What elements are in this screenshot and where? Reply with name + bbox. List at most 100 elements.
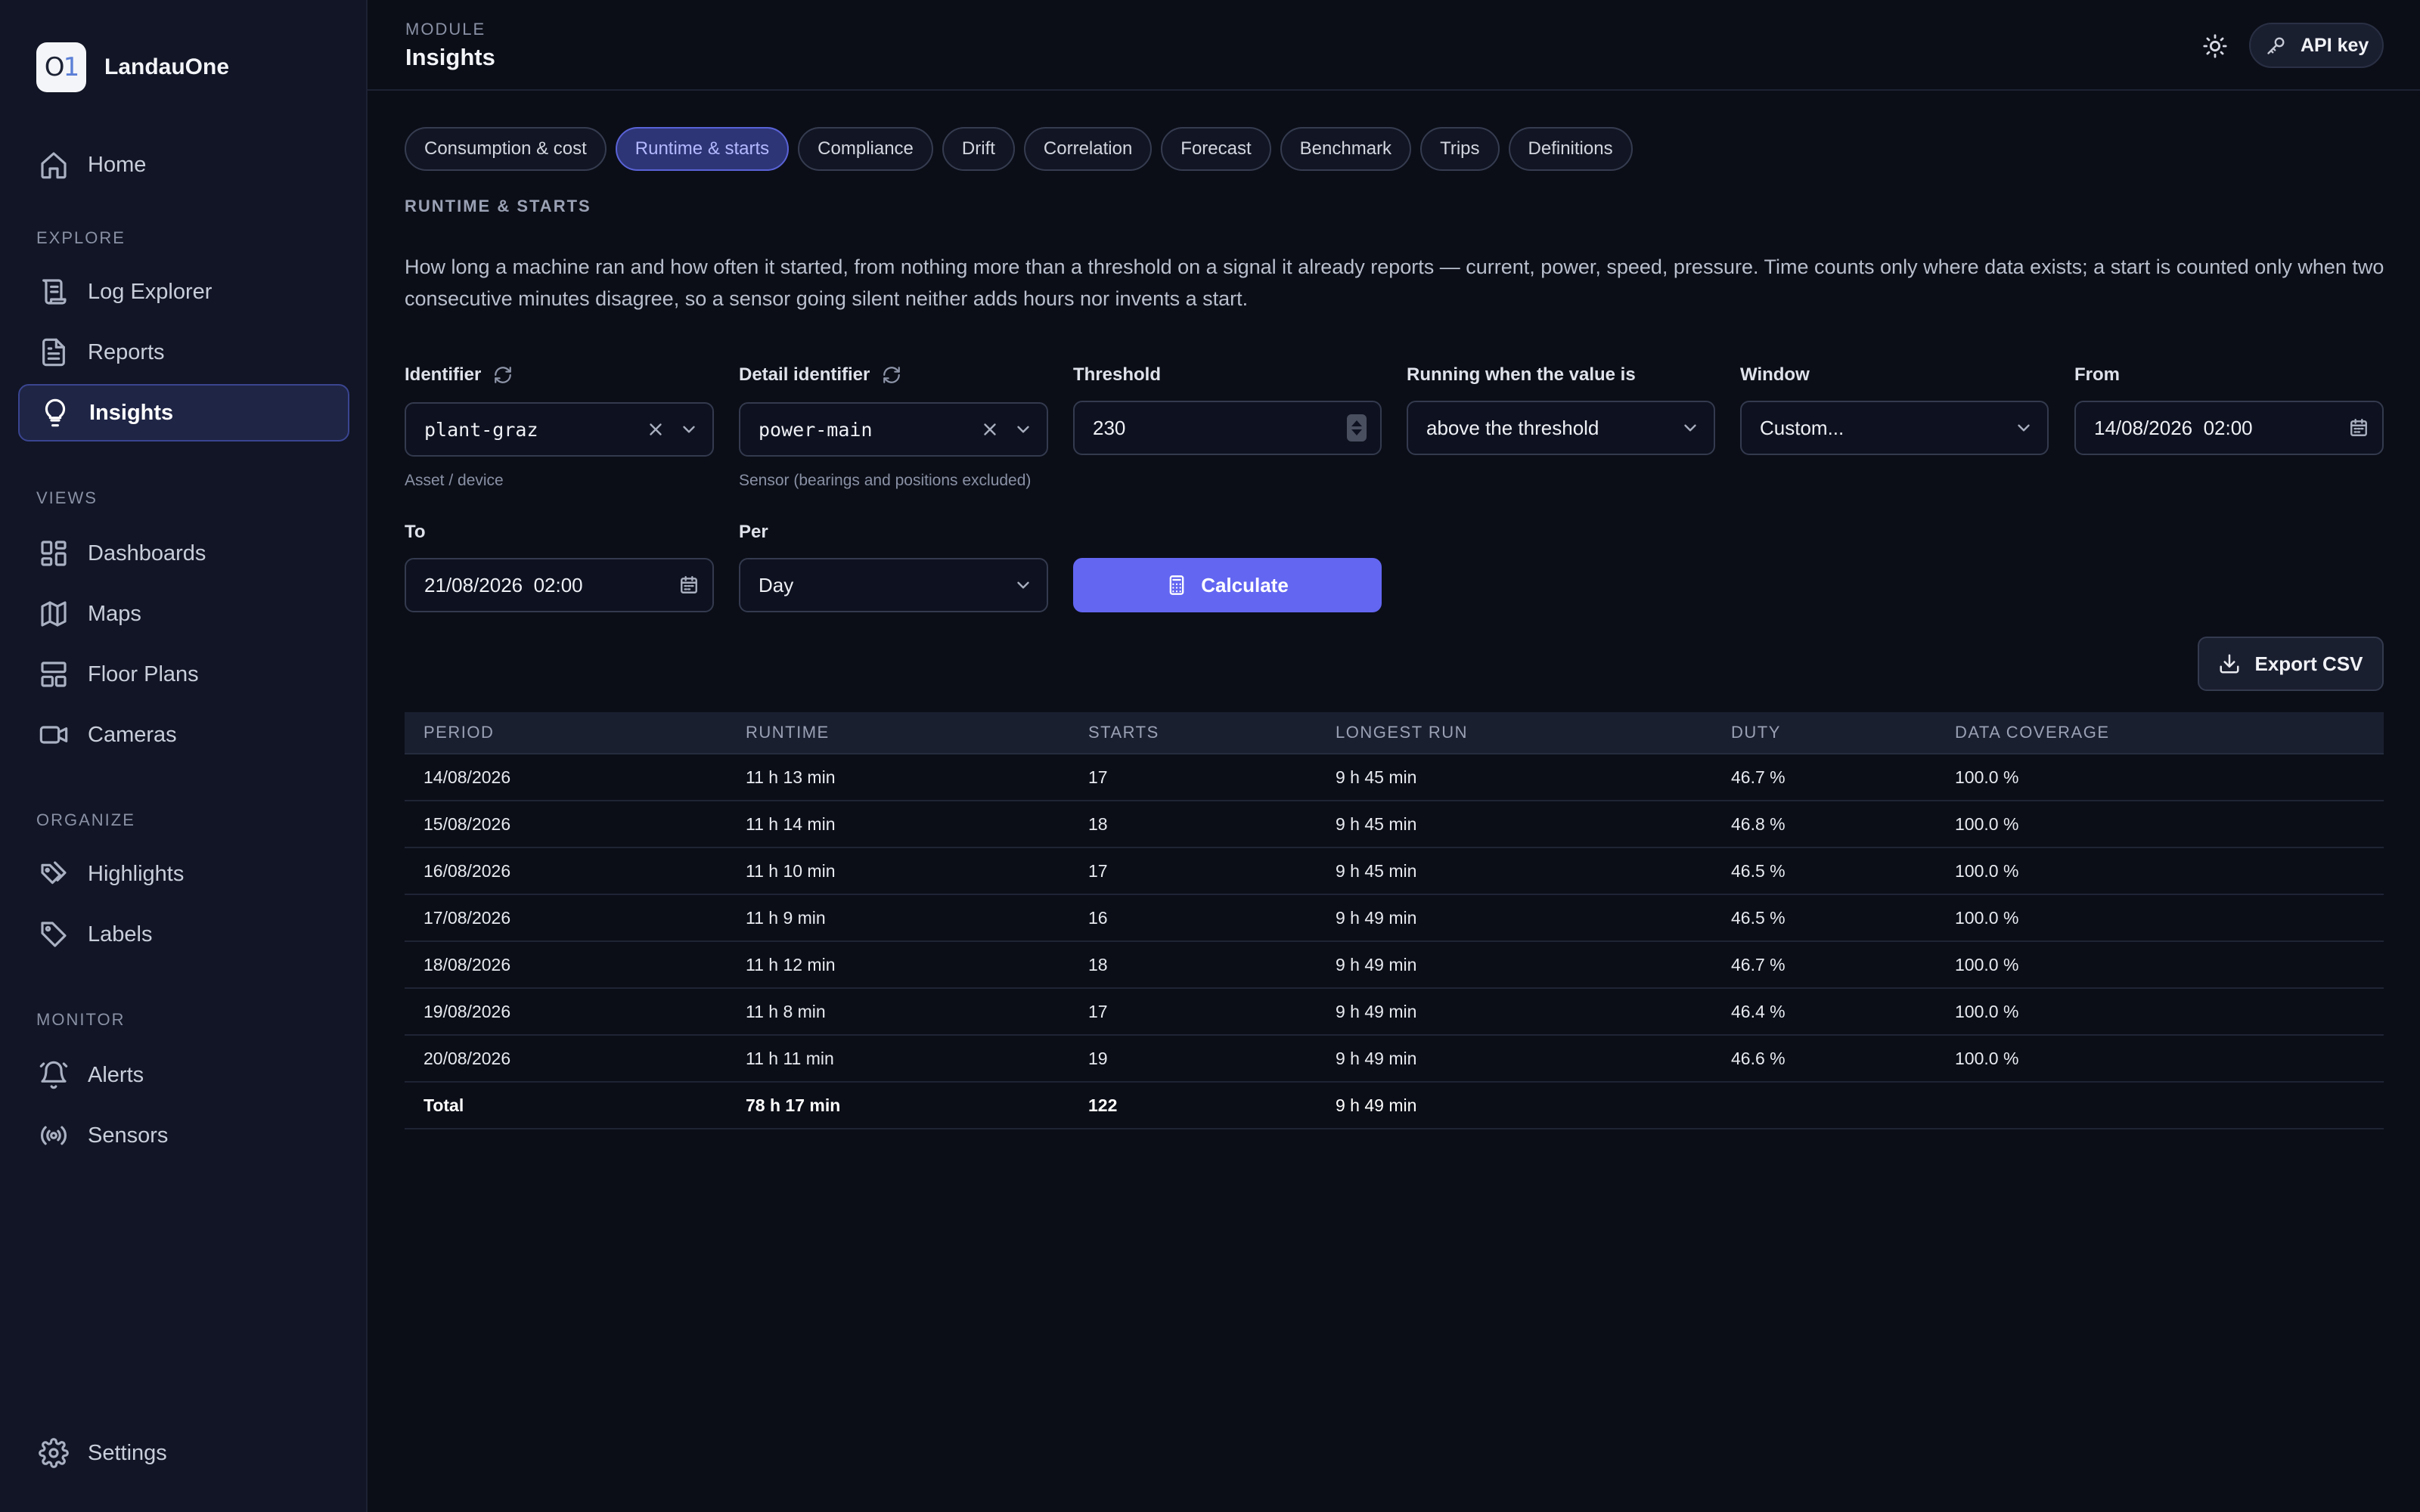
clear-icon[interactable] bbox=[980, 420, 1000, 439]
refresh-icon[interactable] bbox=[882, 365, 901, 385]
tab-runtime-starts[interactable]: Runtime & starts bbox=[615, 127, 790, 171]
cell-period: 18/08/2026 bbox=[424, 954, 511, 974]
threshold-value: 230 bbox=[1093, 416, 1126, 439]
nav-section-organize: ORGANIZE bbox=[36, 810, 135, 829]
total-runtime: 78 h 17 min bbox=[746, 1095, 841, 1115]
api-key-button[interactable]: API key bbox=[2249, 23, 2384, 68]
cell-duty: 46.8 % bbox=[1731, 813, 1786, 834]
total-starts: 122 bbox=[1088, 1095, 1118, 1115]
cell-longest-run: 9 h 49 min bbox=[1336, 907, 1417, 928]
sidebar-item-maps[interactable]: Maps bbox=[18, 585, 349, 643]
to-label: To bbox=[405, 522, 426, 542]
lightbulb-icon bbox=[39, 397, 71, 429]
tab-compliance[interactable]: Compliance bbox=[798, 127, 933, 171]
refresh-icon[interactable] bbox=[493, 365, 513, 385]
tab-correlation[interactable]: Correlation bbox=[1023, 127, 1153, 171]
sidebar-item-floor-plans[interactable]: Floor Plans bbox=[18, 646, 349, 703]
sidebar-item-label: Log Explorer bbox=[88, 279, 213, 304]
tab-drift[interactable]: Drift bbox=[942, 127, 1015, 171]
tab-benchmark[interactable]: Benchmark bbox=[1280, 127, 1412, 171]
top-header: MODULE Insights API key bbox=[368, 0, 2420, 91]
cell-data-coverage: 100.0 % bbox=[1955, 767, 2019, 787]
nav-section-monitor: MONITOR bbox=[36, 1010, 126, 1029]
sidebar-item-labels[interactable]: Labels bbox=[18, 906, 349, 963]
sidebar-item-settings[interactable]: Settings bbox=[18, 1424, 349, 1482]
chevron-down-icon[interactable] bbox=[1013, 420, 1033, 439]
sun-icon bbox=[2203, 34, 2227, 58]
download-icon bbox=[2220, 654, 2239, 674]
insight-tabs: Consumption & cost Runtime & starts Comp… bbox=[405, 127, 1633, 171]
sidebar-item-label: Labels bbox=[88, 922, 153, 947]
per-value: Day bbox=[759, 573, 794, 596]
column-header-duty[interactable]: DUTY bbox=[1731, 723, 1781, 742]
sidebar-item-sensors[interactable]: Sensors bbox=[18, 1107, 349, 1164]
bell-icon bbox=[38, 1059, 70, 1091]
cell-data-coverage: 100.0 % bbox=[1955, 907, 2019, 928]
cell-runtime: 11 h 11 min bbox=[746, 1048, 834, 1068]
sidebar-item-label: Insights bbox=[89, 400, 174, 425]
table-row[interactable]: 17/08/2026 11 h 9 min 16 9 h 49 min 46.5 % 10… bbox=[405, 895, 2384, 942]
column-header-data-coverage[interactable]: DATA COVERAGE bbox=[1955, 723, 2110, 742]
table-row[interactable]: 19/08/2026 11 h 8 min 17 9 h 49 min 46.4 % 10… bbox=[405, 989, 2384, 1036]
from-date-input[interactable]: 14/08/2026 02:00 bbox=[2074, 401, 2384, 455]
sidebar-item-home[interactable]: Home bbox=[18, 136, 349, 194]
cell-longest-run: 9 h 45 min bbox=[1336, 813, 1417, 834]
number-stepper[interactable] bbox=[1347, 414, 1367, 442]
sidebar-item-highlights[interactable]: Highlights bbox=[18, 845, 349, 903]
theme-toggle-button[interactable] bbox=[2198, 29, 2232, 64]
chevron-down-icon[interactable] bbox=[679, 420, 699, 439]
cell-duty: 46.4 % bbox=[1731, 1001, 1786, 1021]
window-select[interactable]: Custom... bbox=[1740, 401, 2049, 455]
sidebar-item-reports[interactable]: Reports bbox=[18, 324, 349, 381]
export-csv-label: Export CSV bbox=[2254, 652, 2363, 675]
sidebar-item-label: Floor Plans bbox=[88, 662, 199, 686]
cell-data-coverage: 100.0 % bbox=[1955, 860, 2019, 881]
column-header-starts[interactable]: STARTS bbox=[1088, 723, 1159, 742]
detail-identifier-value: power-main bbox=[759, 418, 873, 441]
sidebar-item-cameras[interactable]: Cameras bbox=[18, 706, 349, 764]
column-header-runtime[interactable]: RUNTIME bbox=[746, 723, 830, 742]
sidebar-item-insights[interactable]: Insights bbox=[18, 384, 349, 442]
calendar-icon[interactable] bbox=[2349, 418, 2369, 438]
running-when-select[interactable]: above the threshold bbox=[1407, 401, 1715, 455]
sidebar-item-alerts[interactable]: Alerts bbox=[18, 1046, 349, 1104]
cell-duty: 46.7 % bbox=[1731, 954, 1786, 974]
calculate-label: Calculate bbox=[1201, 573, 1289, 596]
brand[interactable]: O1 LandauOne bbox=[36, 42, 229, 92]
table-row[interactable]: 20/08/2026 11 h 11 min 19 9 h 49 min 46.6 % 1… bbox=[405, 1036, 2384, 1083]
tab-consumption-cost[interactable]: Consumption & cost bbox=[405, 127, 607, 171]
radio-icon bbox=[38, 1120, 70, 1151]
table-row[interactable]: 14/08/2026 11 h 13 min 17 9 h 45 min 46.7 % 1… bbox=[405, 754, 2384, 801]
cell-runtime: 11 h 12 min bbox=[746, 954, 836, 974]
per-select[interactable]: Day bbox=[739, 558, 1048, 612]
tab-trips[interactable]: Trips bbox=[1420, 127, 1500, 171]
sidebar-item-dashboards[interactable]: Dashboards bbox=[18, 525, 349, 582]
calculate-button[interactable]: Calculate bbox=[1073, 558, 1382, 612]
nav-section-views: VIEWS bbox=[36, 488, 98, 507]
threshold-input[interactable]: 230 bbox=[1073, 401, 1382, 455]
sidebar-item-log-explorer[interactable]: Log Explorer bbox=[18, 263, 349, 321]
camera-icon bbox=[38, 719, 70, 751]
window-value: Custom... bbox=[1760, 416, 1844, 439]
detail-identifier-field[interactable]: power-main bbox=[739, 402, 1048, 457]
cell-duty: 46.5 % bbox=[1731, 907, 1786, 928]
tab-forecast[interactable]: Forecast bbox=[1161, 127, 1271, 171]
column-header-longest-run[interactable]: LONGEST RUN bbox=[1336, 723, 1468, 742]
clear-icon[interactable] bbox=[646, 420, 666, 439]
calendar-icon[interactable] bbox=[679, 575, 699, 595]
table-row[interactable]: 18/08/2026 11 h 12 min 18 9 h 49 min 46.7 % 1… bbox=[405, 942, 2384, 989]
table-row[interactable]: 16/08/2026 11 h 10 min 17 9 h 45 min 46.5 % 1… bbox=[405, 848, 2384, 895]
tab-definitions[interactable]: Definitions bbox=[1508, 127, 1633, 171]
floor-plan-icon bbox=[38, 658, 70, 690]
chevron-down-icon bbox=[1017, 581, 1029, 589]
cell-starts: 18 bbox=[1088, 813, 1108, 834]
table-row[interactable]: 15/08/2026 11 h 14 min 18 9 h 45 min 46.8 % 1… bbox=[405, 801, 2384, 848]
to-date-input[interactable]: 21/08/2026 02:00 bbox=[405, 558, 714, 612]
column-header-period[interactable]: PERIOD bbox=[424, 723, 494, 742]
identifier-field[interactable]: plant-graz bbox=[405, 402, 714, 457]
table-header: PERIOD RUNTIME STARTS LONGEST RUN DUTY D… bbox=[405, 712, 2384, 754]
chevron-down-icon bbox=[2018, 424, 2030, 432]
sidebar-item-label: Home bbox=[88, 152, 147, 177]
export-csv-button[interactable]: Export CSV bbox=[2198, 637, 2384, 691]
cell-data-coverage: 100.0 % bbox=[1955, 1001, 2019, 1021]
